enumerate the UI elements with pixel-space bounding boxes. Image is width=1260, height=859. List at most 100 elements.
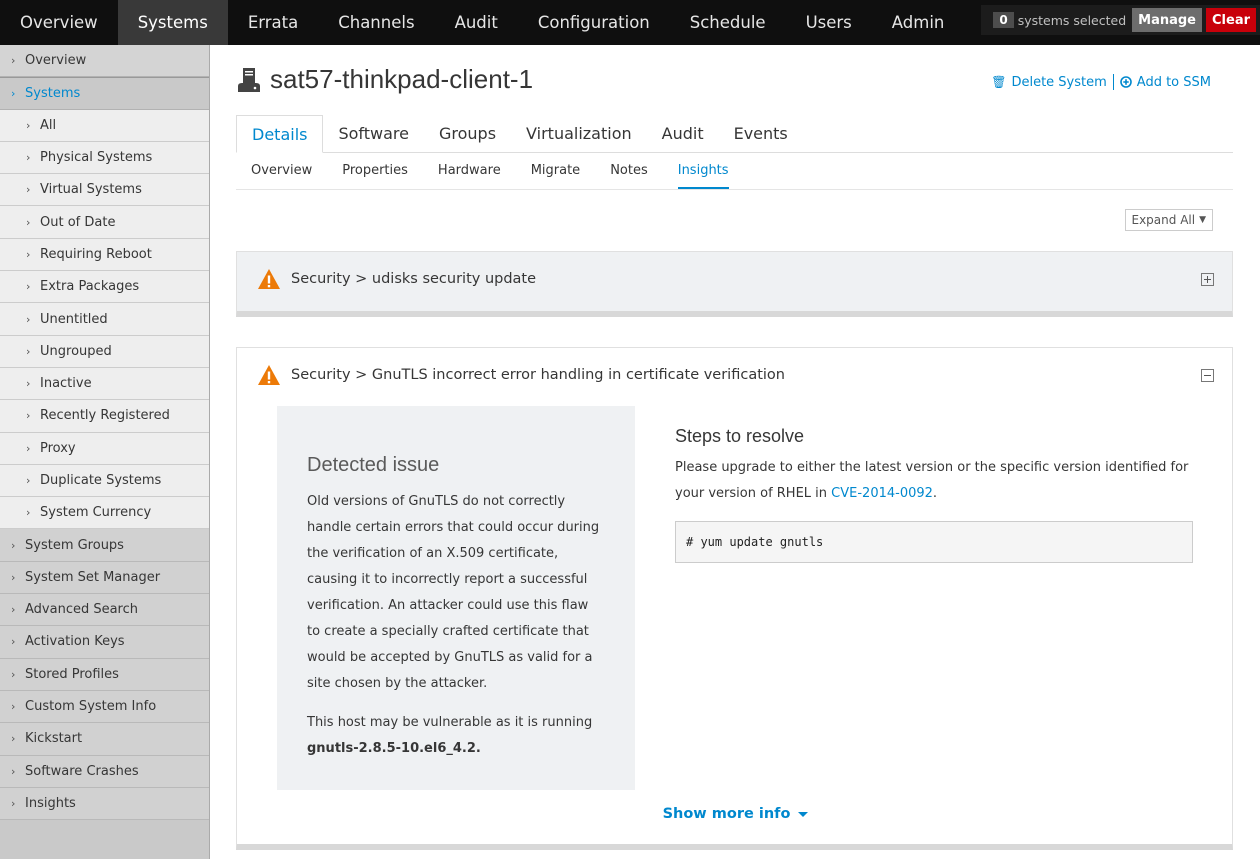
sidebar-item-systems[interactable]: › Systems	[0, 77, 209, 110]
sidebar-item-system-currency[interactable]: › System Currency	[0, 497, 209, 530]
tab-software[interactable]: Software	[323, 115, 424, 152]
subtab-properties[interactable]: Properties	[342, 153, 408, 189]
detected-issue-box: Detected issue Old versions of GnuTLS do…	[277, 406, 635, 790]
page-title: sat57-thinkpad-client-1	[270, 64, 534, 94]
cve-link[interactable]: CVE-2014-0092	[831, 486, 933, 501]
nav-systems[interactable]: Systems	[117, 0, 228, 45]
sidebar-item-label: Duplicate Systems	[40, 473, 162, 488]
sidebar-item-system-set-manager[interactable]: › System Set Manager	[0, 561, 209, 595]
sidebar-item-label: System Groups	[25, 537, 124, 553]
chevron-right-icon: ›	[26, 215, 31, 229]
tab-virtualization[interactable]: Virtualization	[511, 115, 647, 152]
show-more-info-link[interactable]: Show more info	[237, 806, 1234, 822]
subtab-insights[interactable]: Insights	[677, 153, 729, 189]
sidebar-item-label: Extra Packages	[40, 279, 140, 295]
expand-all-dropdown[interactable]: Expand All ▼	[1124, 209, 1213, 231]
server-icon	[238, 68, 260, 92]
sidebar-item-label: Kickstart	[25, 731, 83, 747]
nav-admin[interactable]: Admin	[872, 0, 965, 45]
sidebar-item-label: Unentitled	[40, 311, 108, 327]
action-divider	[1112, 74, 1114, 90]
sidebar-item-label: Custom System Info	[25, 699, 157, 715]
nav-audit[interactable]: Audit	[435, 0, 518, 45]
nav-users[interactable]: Users	[786, 0, 872, 45]
chevron-right-icon: ›	[11, 700, 16, 714]
tab-details[interactable]: Details	[236, 115, 324, 153]
subtab-migrate[interactable]: Migrate	[531, 153, 581, 189]
sidebar-item-label: System Set Manager	[25, 569, 161, 585]
sidebar-item-proxy[interactable]: › Proxy	[0, 432, 209, 465]
ssm-selected-text: systems selected	[1017, 12, 1127, 28]
sidebar-item-overview[interactable]: › Overview	[0, 45, 209, 78]
rule-title: Security > udisks security update	[291, 271, 537, 287]
sidebar-item-duplicate-systems[interactable]: › Duplicate Systems	[0, 464, 209, 498]
nav-schedule[interactable]: Schedule	[670, 0, 786, 45]
sidebar-item-system-groups[interactable]: › System Groups	[0, 529, 209, 562]
nav-channels[interactable]: Channels	[318, 0, 434, 45]
subtab-hardware[interactable]: Hardware	[438, 153, 501, 189]
sidebar-item-label: Activation Keys	[25, 634, 125, 650]
nav-configuration[interactable]: Configuration	[518, 0, 670, 45]
sidebar-item-software-crashes[interactable]: › Software Crashes	[0, 755, 209, 788]
sidebar-item-stored-profiles[interactable]: › Stored Profiles	[0, 658, 209, 691]
rule-panel-udisks[interactable]: Security > udisks security update	[236, 251, 1233, 317]
sidebar: › Overview › Systems › All › Physical Systems › V…	[0, 45, 210, 859]
sidebar-item-physical-systems[interactable]: › Physical Systems	[0, 141, 209, 175]
tab-events[interactable]: Events	[719, 115, 803, 152]
nav-overview[interactable]: Overview	[0, 0, 118, 45]
chevron-right-icon: ›	[26, 151, 31, 165]
rule-title: Security > GnuTLS incorrect error handli…	[291, 367, 785, 383]
chevron-right-icon: ›	[11, 54, 16, 68]
sidebar-item-recently-registered[interactable]: › Recently Registered	[0, 400, 209, 433]
chevron-right-icon: ›	[26, 118, 31, 132]
sidebar-item-unentitled[interactable]: › Unentitled	[0, 303, 209, 336]
host-text: This host may be vulnerable as it is run…	[307, 715, 593, 730]
chevron-right-icon: ›	[26, 474, 31, 487]
sidebar-item-kickstart[interactable]: › Kickstart	[0, 723, 209, 756]
tab-audit[interactable]: Audit	[647, 115, 719, 152]
sidebar-item-label: Systems	[25, 85, 81, 101]
sidebar-item-label: System Currency	[40, 505, 152, 521]
manage-button[interactable]: Manage	[1132, 8, 1202, 32]
ssm-selection-box: 0 systems selected Manage Clear	[981, 5, 1260, 35]
sidebar-item-insights[interactable]: › Insights	[0, 787, 209, 821]
sidebar-item-extra-packages[interactable]: › Extra Packages	[0, 271, 209, 304]
sidebar-item-custom-system-info[interactable]: › Custom System Info	[0, 690, 209, 724]
system-tabs: Details Software Groups Virtualization A…	[236, 115, 1233, 153]
subtab-overview[interactable]: Overview	[251, 153, 312, 189]
tab-groups[interactable]: Groups	[424, 115, 511, 152]
chevron-right-icon: ›	[11, 732, 16, 746]
sidebar-item-inactive[interactable]: › Inactive	[0, 367, 209, 401]
chevron-right-icon: ›	[26, 377, 31, 391]
ssm-count-badge: 0	[993, 12, 1014, 28]
clear-button[interactable]: Clear	[1206, 8, 1256, 32]
detected-issue-heading: Detected issue	[307, 454, 440, 476]
rule-panel-gnutls: Security > GnuTLS incorrect error handli…	[236, 347, 1233, 850]
subtab-notes[interactable]: Notes	[610, 153, 648, 189]
chevron-right-icon: ›	[26, 506, 31, 520]
sidebar-item-requiring-reboot[interactable]: › Requiring Reboot	[0, 238, 209, 272]
collapse-minus-icon[interactable]	[1201, 369, 1214, 382]
sidebar-item-label: Out of Date	[40, 214, 116, 230]
caret-down-icon: ▼	[1199, 215, 1206, 225]
sidebar-item-virtual-systems[interactable]: › Virtual Systems	[0, 174, 209, 207]
nav-errata[interactable]: Errata	[228, 0, 318, 45]
sidebar-item-label: Overview	[25, 53, 87, 69]
sidebar-item-advanced-search[interactable]: › Advanced Search	[0, 594, 209, 627]
sidebar-item-ungrouped[interactable]: › Ungrouped	[0, 335, 209, 368]
warning-icon	[258, 269, 280, 289]
delete-system-link[interactable]: 🗑 Delete System	[991, 75, 1107, 90]
sidebar-item-all[interactable]: › All	[0, 109, 209, 142]
chevron-right-icon: ›	[11, 635, 16, 649]
sidebar-item-label: Advanced Search	[25, 602, 139, 618]
detected-issue-text: Old versions of GnuTLS do not correctly …	[307, 494, 600, 691]
chevron-right-icon: ›	[26, 312, 31, 326]
chevron-right-icon: ›	[11, 86, 16, 100]
sidebar-item-activation-keys[interactable]: › Activation Keys	[0, 626, 209, 659]
expand-plus-icon[interactable]	[1201, 273, 1214, 286]
sidebar-item-out-of-date[interactable]: › Out of Date	[0, 206, 209, 239]
sidebar-item-label: Recently Registered	[40, 408, 170, 424]
sidebar-item-label: Requiring Reboot	[40, 246, 152, 262]
add-to-ssm-link[interactable]: Add to SSM	[1119, 75, 1211, 90]
plus-circle-icon	[1119, 76, 1132, 88]
